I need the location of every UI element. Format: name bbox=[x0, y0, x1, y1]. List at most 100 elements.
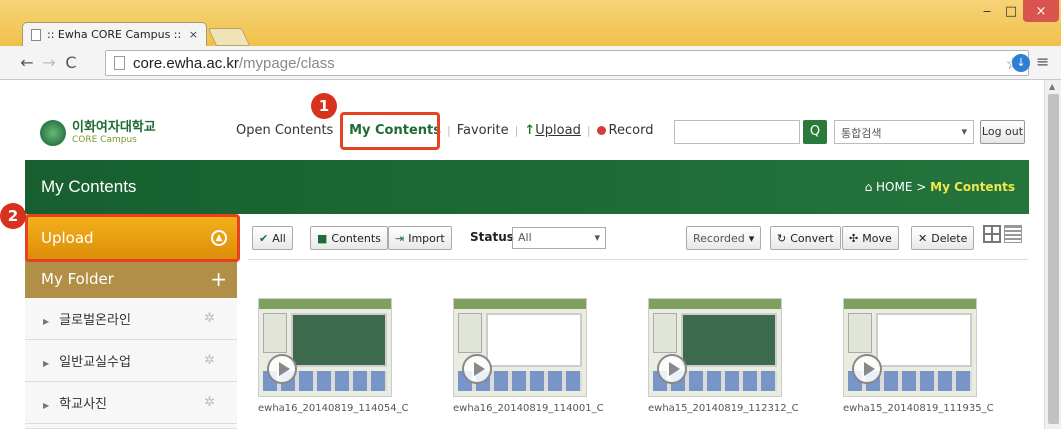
folder-label: 글로벌온라인 bbox=[59, 313, 131, 328]
folder-label: 학교사진 bbox=[59, 397, 107, 412]
play-icon[interactable] bbox=[657, 354, 687, 384]
search-scope-select[interactable]: 통합검색 ▾ bbox=[834, 120, 974, 144]
nav-record[interactable]: Record bbox=[596, 123, 654, 138]
add-folder-icon[interactable]: + bbox=[210, 267, 227, 291]
top-navigation: Open Contents | My Contents | Favorite |… bbox=[236, 123, 653, 138]
page-icon bbox=[31, 28, 41, 41]
search-button[interactable]: Q bbox=[803, 120, 827, 144]
delete-button[interactable]: ✕ Delete bbox=[911, 226, 975, 250]
web-page: 이화여자대학교 CORE Campus Open Contents | My C… bbox=[0, 80, 1044, 429]
nav-separator: | bbox=[586, 124, 591, 137]
callout-highlight-my-contents bbox=[340, 112, 440, 150]
select-all-label: All bbox=[272, 231, 286, 245]
content-thumbnail[interactable] bbox=[453, 298, 587, 397]
nav-open-contents[interactable]: Open Contents bbox=[236, 123, 333, 138]
content-thumbnail[interactable] bbox=[648, 298, 782, 397]
chevron-down-icon: ▾ bbox=[594, 231, 600, 244]
nav-upload[interactable]: ↑Upload bbox=[524, 123, 580, 138]
maximize-button[interactable]: □ bbox=[999, 0, 1023, 22]
convert-label: Convert bbox=[790, 231, 834, 245]
sidebar-folder-item[interactable] bbox=[25, 424, 237, 429]
nav-separator: | bbox=[446, 124, 451, 137]
home-icon: ⌂ bbox=[864, 180, 873, 194]
folder-label: 일반교실수업 bbox=[59, 355, 131, 370]
caret-right-icon: ▶ bbox=[43, 359, 50, 368]
sidebar-folder-item[interactable]: ▶ 일반교실수업 ✲ bbox=[25, 340, 237, 382]
gear-icon[interactable]: ✲ bbox=[204, 353, 215, 368]
sidebar-my-folder[interactable]: My Folder + bbox=[25, 260, 237, 298]
tab-close-icon[interactable]: × bbox=[189, 28, 198, 41]
play-icon[interactable] bbox=[852, 354, 882, 384]
close-window-button[interactable]: × bbox=[1023, 0, 1059, 22]
scrollbar-thumb[interactable] bbox=[1048, 94, 1059, 424]
record-dot-icon bbox=[596, 126, 606, 135]
gear-icon[interactable]: ✲ bbox=[204, 311, 215, 326]
callout-highlight-upload bbox=[25, 214, 240, 262]
import-label: Import bbox=[408, 231, 445, 245]
gear-icon[interactable]: ✲ bbox=[204, 395, 215, 410]
page-icon bbox=[114, 56, 125, 70]
site-logo[interactable]: 이화여자대학교 CORE Campus bbox=[40, 120, 156, 146]
breadcrumb-home[interactable]: HOME bbox=[876, 180, 912, 194]
content-title[interactable]: ewha15_20140819_111935_C bbox=[843, 403, 994, 414]
content-thumbnail[interactable] bbox=[258, 298, 392, 397]
grid-view-icon[interactable] bbox=[983, 225, 1001, 243]
check-icon: ✔ bbox=[259, 231, 269, 245]
play-icon[interactable] bbox=[462, 354, 492, 384]
forward-icon[interactable]: → bbox=[38, 53, 60, 72]
logo-emblem bbox=[40, 120, 66, 146]
logo-text-korean: 이화여자대학교 bbox=[72, 120, 156, 135]
browser-toolbar: ← → C core.ewha.ac.kr/mypage/class ☆ ↓ ≡ bbox=[0, 46, 1061, 80]
move-button[interactable]: ✣ Move bbox=[842, 226, 899, 250]
import-icon: ⇥ bbox=[395, 231, 405, 245]
convert-icon: ↻ bbox=[777, 231, 787, 245]
tab-title: :: Ewha CORE Campus :: bbox=[47, 28, 182, 41]
extension-icon[interactable]: ↓ bbox=[1012, 54, 1030, 72]
logout-button[interactable]: Log out bbox=[980, 120, 1025, 144]
url-host: core.ewha.ac.kr bbox=[133, 54, 239, 72]
status-label: Status bbox=[470, 230, 514, 244]
menu-icon[interactable]: ≡ bbox=[1036, 52, 1049, 71]
breadcrumb-current: My Contents bbox=[930, 180, 1015, 194]
recorded-label: Recorded bbox=[693, 231, 745, 245]
move-label: Move bbox=[862, 231, 892, 245]
scroll-up-icon[interactable]: ▲ bbox=[1049, 82, 1055, 91]
content-title[interactable]: ewha16_20140819_114001_C bbox=[453, 403, 604, 414]
callout-number-2: 2 bbox=[0, 203, 26, 229]
sidebar-folder-item[interactable]: ▶ 글로벌온라인 ✲ bbox=[25, 298, 237, 340]
play-icon[interactable] bbox=[267, 354, 297, 384]
minimize-button[interactable]: ‒ bbox=[975, 0, 999, 22]
search-input[interactable] bbox=[674, 120, 800, 144]
select-all-button[interactable]: ✔ All bbox=[252, 226, 293, 250]
content-thumbnail[interactable] bbox=[843, 298, 977, 397]
reload-icon[interactable]: C bbox=[60, 53, 82, 72]
import-button[interactable]: ⇥ Import bbox=[388, 226, 452, 250]
page-title: My Contents bbox=[41, 177, 137, 196]
divider bbox=[248, 259, 1028, 260]
content-title[interactable]: ewha16_20140819_114054_C bbox=[258, 403, 409, 414]
convert-button[interactable]: ↻ Convert bbox=[770, 226, 841, 250]
contents-button[interactable]: ■ Contents bbox=[310, 226, 388, 250]
nav-favorite[interactable]: Favorite bbox=[457, 123, 509, 138]
search-scope-value: 통합검색 bbox=[841, 127, 882, 140]
recorded-dropdown[interactable]: Recorded ▾ bbox=[686, 226, 762, 250]
list-view-icon[interactable] bbox=[1004, 225, 1022, 243]
nav-separator: | bbox=[514, 124, 519, 137]
caret-right-icon: ▶ bbox=[43, 401, 50, 410]
vertical-scrollbar[interactable]: ▲ bbox=[1044, 80, 1061, 429]
logo-text-english: CORE Campus bbox=[72, 135, 137, 145]
chevron-down-icon: ▾ bbox=[961, 125, 967, 138]
content-title[interactable]: ewha15_20140819_112312_C bbox=[648, 403, 799, 414]
browser-tab[interactable]: :: Ewha CORE Campus :: × bbox=[22, 22, 207, 46]
back-icon[interactable]: ← bbox=[16, 53, 38, 72]
sidebar-folder-item[interactable]: ▶ 학교사진 ✲ bbox=[25, 382, 237, 424]
status-select[interactable]: All ▾ bbox=[512, 227, 606, 249]
chevron-down-icon: ▾ bbox=[748, 231, 755, 245]
breadcrumb-separator: > bbox=[916, 180, 927, 194]
address-bar[interactable]: core.ewha.ac.kr/mypage/class ☆ bbox=[105, 50, 1029, 76]
delete-icon: ✕ bbox=[918, 231, 928, 245]
new-tab-button[interactable] bbox=[207, 28, 251, 46]
browser-titlebar: :: Ewha CORE Campus :: × ‒ □ × bbox=[0, 0, 1061, 46]
nav-record-label: Record bbox=[608, 123, 654, 138]
move-icon: ✣ bbox=[849, 231, 859, 245]
